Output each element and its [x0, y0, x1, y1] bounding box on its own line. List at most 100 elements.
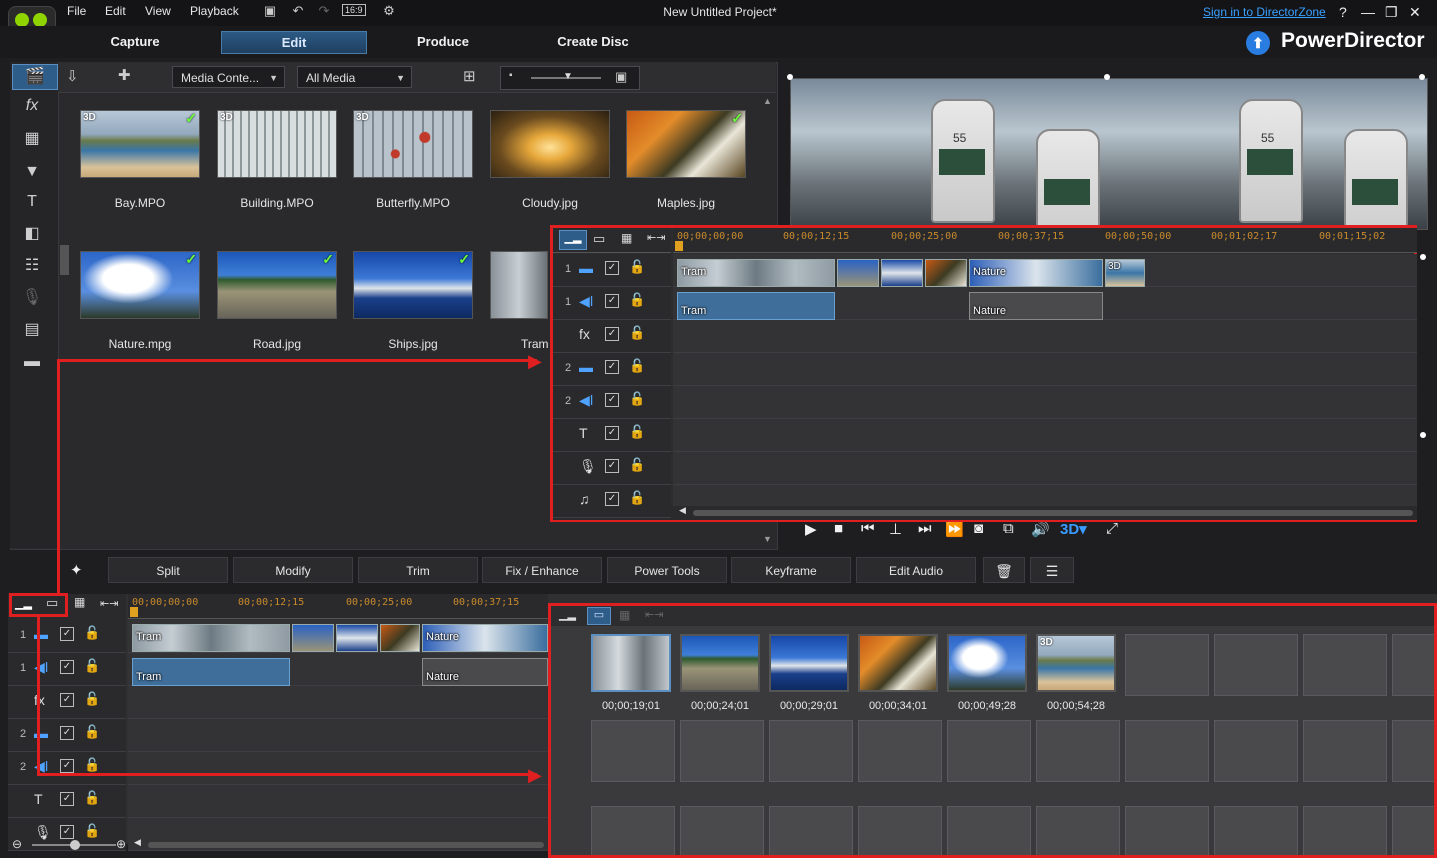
media-item-cloudy[interactable]: Cloudy.jpg: [490, 110, 610, 210]
mode-produce[interactable]: Produce: [404, 31, 482, 52]
track-lock-icon[interactable]: 🔓: [629, 391, 645, 407]
track-enable-checkbox[interactable]: ✓: [60, 627, 74, 641]
upload-icon[interactable]: ⬆: [1246, 31, 1270, 55]
preview-resize-handle[interactable]: [787, 74, 793, 80]
storyboard-clip[interactable]: [947, 634, 1027, 692]
help-icon[interactable]: ?: [1339, 4, 1347, 20]
track-lock-icon[interactable]: 🔓: [629, 292, 645, 308]
volume-icon[interactable]: 🔊: [1031, 520, 1050, 538]
clip-tram-audio[interactable]: Tram: [677, 292, 835, 320]
prev-frame-icon[interactable]: ⏮: [861, 520, 875, 537]
clip-nature-video[interactable]: Nature: [422, 624, 548, 652]
audio-mixing-room-icon[interactable]: ☷: [18, 254, 46, 278]
media-item-nature[interactable]: ✓ Nature.mpg: [80, 251, 200, 351]
track-enable-checkbox[interactable]: ✓: [605, 393, 619, 407]
restore-icon[interactable]: ❐: [1385, 4, 1398, 21]
track-lock-icon[interactable]: 🔓: [629, 358, 645, 374]
preview-resize-handle[interactable]: [1419, 74, 1425, 80]
track-enable-checkbox[interactable]: ✓: [60, 726, 74, 740]
track-lock-icon[interactable]: 🔓: [84, 724, 100, 740]
track-lock-icon[interactable]: 🔓: [84, 691, 100, 707]
storyboard-empty-slot[interactable]: [947, 806, 1031, 855]
settings-gear-icon[interactable]: ⚙: [381, 3, 397, 19]
track-enable-checkbox[interactable]: ✓: [605, 492, 619, 506]
plugin-icon[interactable]: ✚: [118, 66, 131, 84]
track-enable-checkbox[interactable]: ✓: [605, 459, 619, 473]
track-lock-icon[interactable]: 🔓: [84, 757, 100, 773]
playhead-marker[interactable]: [130, 607, 138, 617]
track-lane[interactable]: [128, 785, 548, 818]
clip-ships-video[interactable]: [336, 624, 378, 652]
storyboard-empty-slot[interactable]: [1125, 806, 1209, 855]
timeline-hscrollbar[interactable]: [148, 842, 544, 848]
timeline-ruler[interactable]: 00;00;00;00 00;00;12;15 00;00;25;00 00;0…: [673, 228, 1417, 253]
save-icon[interactable]: ▣: [262, 3, 278, 19]
clip-bay-video[interactable]: 3D: [1105, 259, 1145, 287]
storyboard-clip[interactable]: [680, 634, 760, 692]
track-enable-checkbox[interactable]: ✓: [605, 261, 619, 275]
split-marker-icon[interactable]: ⊥: [889, 520, 902, 538]
playhead-marker[interactable]: [675, 241, 683, 251]
media-item-bay[interactable]: 3D ✓ Bay.MPO: [80, 110, 200, 210]
storyboard-empty-slot[interactable]: [1214, 720, 1298, 782]
track-enable-checkbox[interactable]: ✓: [60, 660, 74, 674]
storyboard-empty-slot[interactable]: [858, 720, 942, 782]
stop-icon[interactable]: ■: [834, 520, 843, 537]
mode-edit[interactable]: Edit: [221, 31, 367, 54]
scroll-left-icon[interactable]: ◀: [679, 505, 686, 516]
split-button[interactable]: Split: [108, 557, 228, 583]
media-item-tram[interactable]: Tram: [490, 251, 549, 351]
storyboard-empty-slot[interactable]: [1303, 806, 1387, 855]
storyboard-empty-slot[interactable]: [1303, 634, 1387, 696]
track-lane[interactable]: [673, 419, 1417, 452]
track-lock-icon[interactable]: 🔓: [629, 424, 645, 440]
clip-nature-audio[interactable]: Nature: [969, 292, 1103, 320]
add-track-icon[interactable]: ▦: [74, 595, 85, 609]
clip-road-video[interactable]: [292, 624, 334, 652]
menu-playback[interactable]: Playback: [190, 4, 239, 18]
storyboard-empty-slot[interactable]: [1392, 806, 1434, 855]
clip-tram-audio[interactable]: Tram: [132, 658, 290, 686]
track-lane[interactable]: [128, 719, 548, 752]
timeline-view-icon[interactable]: ▁▂: [559, 230, 587, 250]
track-enable-checkbox[interactable]: ✓: [60, 792, 74, 806]
mode-create-disc[interactable]: Create Disc: [548, 31, 638, 52]
next-frame-icon[interactable]: ⏭: [918, 520, 932, 537]
grid-view-icon[interactable]: ⊞: [463, 67, 476, 85]
chapter-room-icon[interactable]: ▤: [18, 318, 46, 342]
storyboard-empty-slot[interactable]: [1125, 634, 1209, 696]
clip-tram-video[interactable]: Tram: [677, 259, 835, 287]
add-track-icon[interactable]: ▦: [619, 608, 630, 622]
fullscreen-icon[interactable]: ⤢: [1106, 520, 1118, 537]
track-lock-icon[interactable]: 🔓: [629, 490, 645, 506]
track-enable-checkbox[interactable]: ✓: [605, 426, 619, 440]
subtitle-room-icon[interactable]: ▬: [18, 350, 46, 374]
storyboard-empty-slot[interactable]: [591, 720, 675, 782]
preview-resize-handle[interactable]: [1104, 74, 1110, 80]
preview-resize-handle[interactable]: [1420, 254, 1426, 260]
scroll-left-icon[interactable]: ◀: [134, 837, 141, 848]
add-track-icon[interactable]: ▦: [621, 231, 632, 245]
storyboard-empty-slot[interactable]: [1214, 634, 1298, 696]
import-media-icon[interactable]: ⇩: [66, 67, 79, 85]
3d-mode-icon[interactable]: 3D▾: [1060, 520, 1087, 538]
pip-room-icon[interactable]: ▦: [18, 127, 46, 151]
storyboard-empty-slot[interactable]: [591, 806, 675, 855]
minimize-icon[interactable]: —: [1361, 4, 1375, 20]
fit-timeline-icon[interactable]: ⇤⇥: [647, 231, 665, 244]
clip-tram-video[interactable]: Tram: [132, 624, 290, 652]
storyboard-clip[interactable]: [858, 634, 938, 692]
track-enable-checkbox[interactable]: ✓: [605, 360, 619, 374]
media-room-icon[interactable]: 🎬: [12, 64, 58, 90]
fix-enhance-button[interactable]: Fix / Enhance: [482, 557, 602, 583]
storyboard-empty-slot[interactable]: [1036, 720, 1120, 782]
signin-link[interactable]: Sign in to DirectorZone: [1203, 5, 1326, 19]
title-room-icon[interactable]: T: [18, 190, 46, 214]
clip-ships-video[interactable]: [881, 259, 923, 287]
fx-room-icon[interactable]: fx: [18, 94, 46, 118]
storyboard-clip[interactable]: 3D: [1036, 634, 1116, 692]
keyframe-button[interactable]: Keyframe: [731, 557, 851, 583]
fit-timeline-icon[interactable]: ⇤⇥: [100, 597, 118, 610]
delete-icon[interactable]: 🗑: [983, 557, 1025, 583]
track-lane[interactable]: [128, 752, 548, 785]
